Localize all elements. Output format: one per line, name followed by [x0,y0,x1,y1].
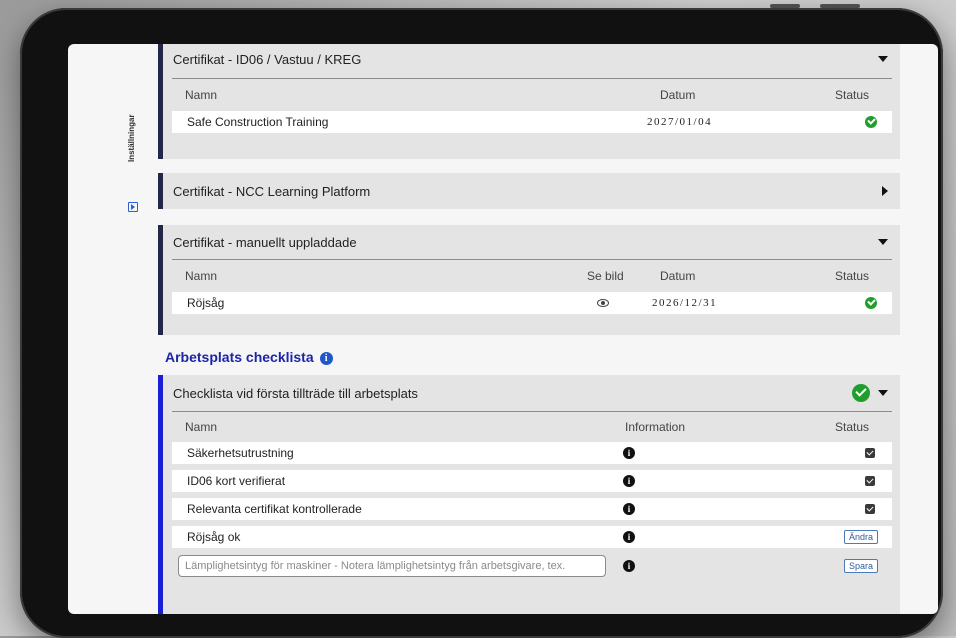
tablet-screen: Inställningar Certifikat - ID06 / Vastuu… [68,44,938,614]
info-icon[interactable]: i [623,531,635,543]
table-header: Namn Datum Status [163,79,900,111]
col-status: Status [835,420,870,434]
row-name: Röjsåg [187,296,225,310]
table-row: Relevanta certifikat kontrollerade i [172,498,892,520]
col-status: Status [835,88,870,102]
panel-id06-title: Certifikat - ID06 / Vastuu / KREG [173,51,362,67]
play-square-icon[interactable] [128,202,138,212]
tablet-frame: Inställningar Certifikat - ID06 / Vastuu… [20,8,943,638]
info-icon[interactable]: i [623,503,635,515]
machine-certificate-input[interactable] [178,555,606,577]
table-row: Säkerhetsutrustning i [172,442,892,464]
row-name: ID06 kort verifierat [187,474,286,488]
col-image: Se bild [587,269,624,283]
panel-ncc: Certifikat - NCC Learning Platform [158,173,900,209]
checkbox[interactable] [865,448,875,458]
info-icon[interactable]: i [623,475,635,487]
col-name: Namn [185,269,218,283]
panel-checklist: Checklista vid första tillträde till arb… [158,375,900,614]
sidebar-settings-label[interactable]: Inställningar [127,114,136,162]
table-row: Safe Construction Training 2027/01/04 [172,111,892,133]
row-name: Säkerhetsutrustning [187,446,294,460]
panel-ncc-header[interactable]: Certifikat - NCC Learning Platform [163,173,900,209]
col-status: Status [835,269,870,283]
row-name: Relevanta certifikat kontrollerade [187,502,362,516]
input-row: i Spara [172,554,892,580]
table-header: Namn Se bild Datum Status [163,260,900,292]
col-name: Namn [185,420,218,434]
panel-manual-header[interactable]: Certifikat - manuellt uppladdade [163,225,900,259]
col-information: Information [625,420,686,434]
checkbox[interactable] [865,476,875,486]
save-button[interactable]: Spara [844,559,879,573]
checkbox[interactable] [865,504,875,514]
col-name: Namn [185,88,218,102]
panel-id06-header[interactable]: Certifikat - ID06 / Vastuu / KREG [163,44,900,78]
panel-checklist-header[interactable]: Checklista vid första tillträde till arb… [163,375,900,411]
table-header: Namn Information Status [163,412,900,442]
chevron-down-icon[interactable] [878,56,888,62]
col-date: Datum [660,269,696,283]
table-row: Röjsåg 2026/12/31 [172,292,892,314]
section-title-text: Arbetsplats checklista [165,349,314,365]
col-date: Datum [660,88,696,102]
row-name: Röjsåg ok [187,530,241,544]
check-circle-icon [865,116,877,128]
row-name: Safe Construction Training [187,115,329,129]
info-icon[interactable]: i [623,447,635,459]
chevron-down-icon[interactable] [878,390,888,396]
table-row: Röjsåg ok i Ändra [172,526,892,548]
check-circle-icon [865,297,877,309]
info-icon[interactable]: i [623,560,635,572]
panel-manual: Certifikat - manuellt uppladdade Namn Se… [158,225,900,335]
panel-id06: Certifikat - ID06 / Vastuu / KREG Namn D… [158,44,900,159]
section-title-checklist: Arbetsplats checklista i [165,349,333,365]
chevron-down-icon[interactable] [878,239,888,245]
chevron-right-icon[interactable] [882,186,888,196]
panel-checklist-controls [852,384,888,402]
panel-ncc-title: Certifikat - NCC Learning Platform [173,183,371,199]
table-row: ID06 kort verifierat i [172,470,892,492]
eye-icon[interactable] [597,299,609,307]
info-icon[interactable]: i [319,351,333,365]
row-date: 2026/12/31 [652,297,718,309]
check-circle-icon [852,384,870,402]
panel-manual-title: Certifikat - manuellt uppladdade [173,234,357,250]
panel-checklist-title: Checklista vid första tillträde till arb… [173,385,418,401]
row-date: 2027/01/04 [647,116,713,128]
change-button[interactable]: Ändra [844,530,879,544]
